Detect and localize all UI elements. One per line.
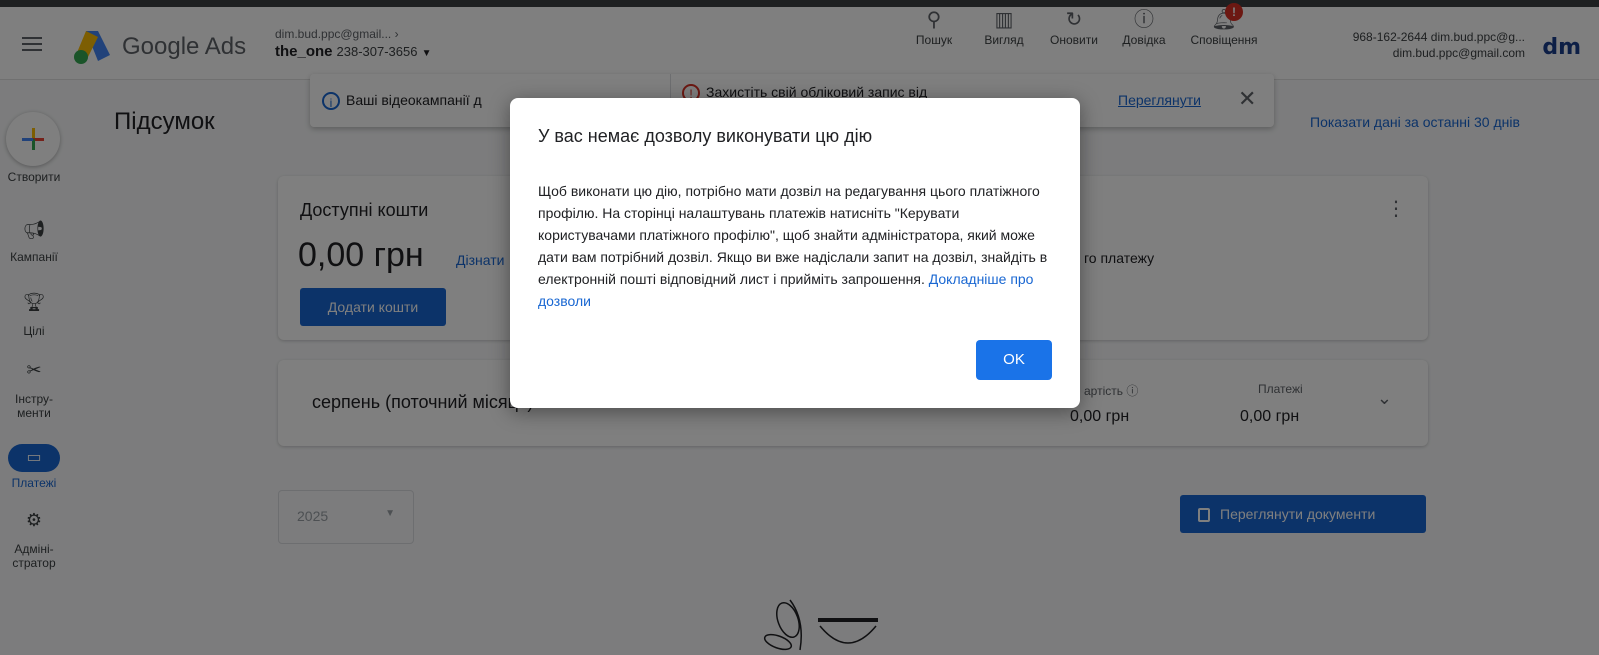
dialog-body: Щоб виконати цю дію, потрібно мати дозві… [538, 180, 1058, 312]
ok-button[interactable]: OK [976, 340, 1052, 380]
permission-dialog: У вас немає дозволу виконувати цю дію Що… [510, 98, 1080, 408]
dialog-title: У вас немає дозволу виконувати цю дію [538, 126, 873, 146]
